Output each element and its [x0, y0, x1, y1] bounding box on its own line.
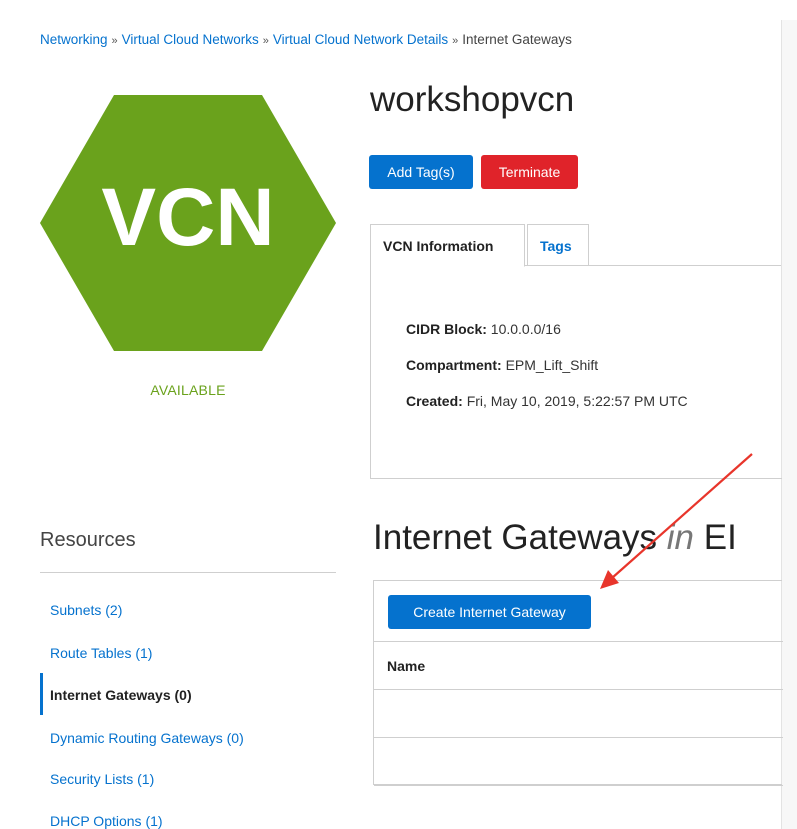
breadcrumb-vcn-details[interactable]: Virtual Cloud Network Details — [273, 32, 448, 47]
compartment-row: Compartment: EPM_Lift_Shift — [406, 357, 598, 373]
create-internet-gateway-button[interactable]: Create Internet Gateway — [388, 595, 591, 629]
resource-link-dhcp-options[interactable]: DHCP Options (1) — [50, 813, 163, 829]
vcn-status: AVAILABLE — [150, 382, 226, 398]
details-tabs: VCN Information Tags — [370, 224, 781, 267]
breadcrumb: Networking» Virtual Cloud Networks» Virtua… — [40, 32, 572, 47]
created-row: Created: Fri, May 10, 2019, 5:22:57 PM U… — [406, 393, 688, 409]
resources-divider — [40, 572, 336, 573]
cidr-block-value: 10.0.0.0/16 — [490, 321, 561, 337]
section-title-rest: EI — [703, 518, 737, 557]
breadcrumb-separator: » — [452, 35, 459, 47]
internet-gateways-table: Create Internet Gateway Name — [373, 580, 783, 786]
table-row — [374, 738, 783, 786]
section-title-main: Internet Gateways — [373, 518, 658, 557]
resource-link-subnets[interactable]: Subnets (2) — [50, 602, 122, 618]
resource-link-internet-gateways[interactable]: Internet Gateways (0) — [50, 687, 192, 703]
compartment-value: EPM_Lift_Shift — [505, 357, 599, 373]
breadcrumb-virtual-cloud-networks[interactable]: Virtual Cloud Networks — [122, 32, 259, 47]
add-tags-button[interactable]: Add Tag(s) — [369, 155, 473, 189]
page-title: workshopvcn — [370, 80, 575, 119]
resources-heading: Resources — [40, 529, 136, 551]
section-title-in: in — [666, 518, 695, 557]
breadcrumb-current: Internet Gateways — [462, 32, 572, 47]
created-value: Fri, May 10, 2019, 5:22:57 PM UTC — [466, 393, 688, 409]
right-panel-edge — [781, 20, 797, 829]
table-row — [374, 690, 783, 738]
created-label: Created: — [406, 393, 463, 409]
terminate-button[interactable]: Terminate — [481, 155, 578, 189]
breadcrumb-separator: » — [111, 35, 118, 47]
tab-tags[interactable]: Tags — [527, 224, 589, 266]
breadcrumb-separator: » — [262, 35, 269, 47]
vcn-information-panel: CIDR Block: 10.0.0.0/16 Compartment: EPM… — [370, 265, 782, 479]
column-header-name[interactable]: Name — [387, 658, 425, 674]
breadcrumb-networking[interactable]: Networking — [40, 32, 108, 47]
resource-link-route-tables[interactable]: Route Tables (1) — [50, 645, 152, 661]
table-header: Name — [374, 641, 783, 690]
active-resource-indicator — [40, 673, 43, 715]
resource-link-dynamic-routing-gateways[interactable]: Dynamic Routing Gateways (0) — [50, 730, 244, 746]
vcn-badge-text: VCN — [101, 172, 274, 263]
vcn-hexagon-icon: VCN — [40, 95, 336, 351]
resource-link-security-lists[interactable]: Security Lists (1) — [50, 771, 154, 787]
tab-vcn-information[interactable]: VCN Information — [370, 224, 525, 267]
section-title: Internet Gateways in EI — [373, 518, 737, 558]
cidr-block-row: CIDR Block: 10.0.0.0/16 — [406, 321, 561, 337]
compartment-label: Compartment: — [406, 357, 502, 373]
cidr-block-label: CIDR Block: — [406, 321, 487, 337]
